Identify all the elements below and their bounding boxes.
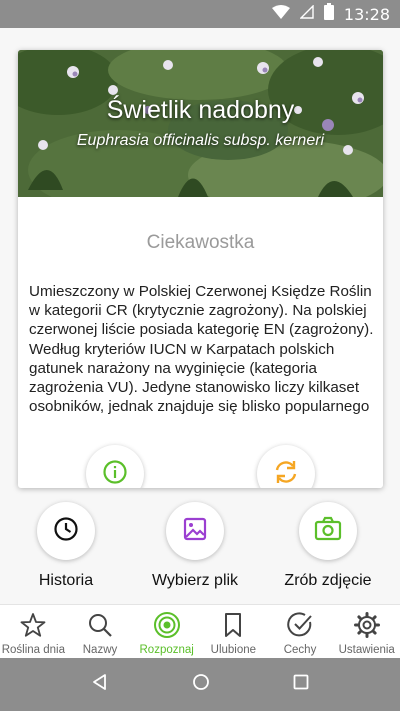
nav-label-recognize: Rozpoznaj: [139, 644, 194, 656]
nav-settings[interactable]: Ustawienia: [333, 605, 400, 658]
star-icon: [18, 610, 48, 640]
search-icon: [85, 610, 115, 640]
plant-name: Świetlik nadobny: [106, 96, 295, 124]
gear-icon: [352, 610, 382, 640]
clock-time: 13:28: [343, 4, 390, 24]
history-label: Historia: [38, 572, 94, 589]
refresh-icon: [272, 458, 300, 489]
back-icon[interactable]: [91, 673, 109, 696]
take-photo-label: Zrób zdjęcie: [284, 572, 372, 589]
info-button[interactable]: [86, 445, 144, 488]
status-bar: 13:28: [0, 0, 400, 28]
fact-scroll-area[interactable]: Umieszczony w Polskiej Czerwonej Księdze…: [29, 282, 374, 414]
nav-names[interactable]: Nazwy: [67, 605, 134, 658]
nav-favorites[interactable]: Ulubione: [200, 605, 267, 658]
target-icon: [152, 610, 182, 640]
take-photo-button[interactable]: [299, 502, 357, 560]
choose-file-label: Wybierz plik: [151, 572, 239, 589]
main-content: Świetlik nadobny Euphrasia officinalis s…: [0, 28, 400, 604]
refresh-button[interactable]: [257, 445, 315, 488]
nav-recognize[interactable]: Rozpoznaj: [133, 605, 200, 658]
history-action[interactable]: Historia: [6, 502, 126, 590]
bookmark-icon: [218, 610, 248, 640]
check-circle-icon: [285, 610, 315, 640]
take-photo-action[interactable]: Zrób zdjęcie: [268, 502, 388, 590]
choose-file-action[interactable]: Wybierz plik: [135, 502, 255, 590]
nav-features[interactable]: Cechy: [267, 605, 334, 658]
nav-label-plant-of-day: Roślina dnia: [1, 644, 65, 656]
system-navigation-bar: [0, 658, 400, 711]
nav-label-favorites: Ulubione: [210, 644, 257, 656]
fact-text: Umieszczony w Polskiej Czerwonej Księdze…: [29, 283, 374, 414]
nav-label-features: Cechy: [283, 644, 317, 656]
recents-icon[interactable]: [293, 674, 309, 695]
wifi-icon: [271, 4, 290, 24]
choose-file-button[interactable]: [166, 502, 224, 560]
bottom-navigation: Roślina dnia Nazwy Rozpoznaj Ulubione Ce…: [0, 604, 400, 658]
plant-card: Świetlik nadobny Euphrasia officinalis s…: [18, 50, 383, 488]
plant-latin-name: Euphrasia officinalis subsp. kerneri: [76, 132, 325, 149]
battery-icon: [323, 3, 334, 25]
no-signal-icon: [299, 3, 314, 24]
home-icon[interactable]: [192, 673, 210, 696]
history-button[interactable]: [37, 502, 95, 560]
plant-photo: Świetlik nadobny Euphrasia officinalis s…: [18, 50, 383, 197]
nav-plant-of-day[interactable]: Roślina dnia: [0, 605, 67, 658]
clock-icon: [53, 516, 79, 547]
camera-icon: [314, 516, 342, 547]
nav-label-settings: Ustawienia: [338, 644, 395, 656]
image-icon: [182, 516, 208, 547]
section-title: Ciekawostka: [146, 232, 255, 253]
info-icon: [102, 459, 128, 489]
nav-label-names: Nazwy: [82, 644, 118, 656]
